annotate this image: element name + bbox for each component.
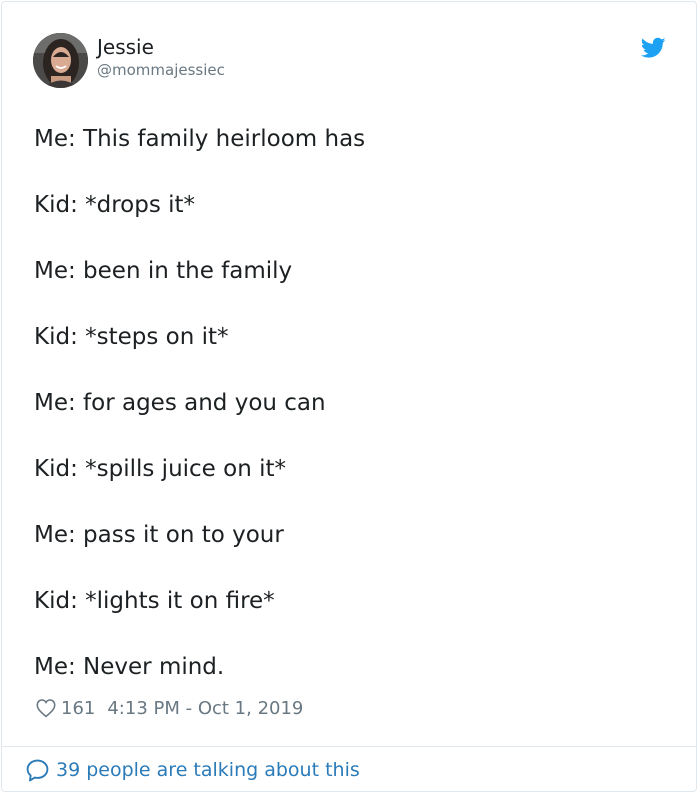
tweet-line: Me: been in the family <box>34 258 293 284</box>
tweet-header: Jessie @mommajessiec <box>33 33 668 89</box>
tweet-card: Jessie @mommajessiec Me: This family hei… <box>1 1 697 792</box>
author-handle[interactable]: @mommajessiec <box>97 60 225 80</box>
tweet-line: Me: This family heirloom has <box>34 126 366 152</box>
heart-icon[interactable] <box>35 697 57 719</box>
tweet-line: Kid: *drops it* <box>34 192 196 218</box>
like-count[interactable]: 161 <box>61 698 95 719</box>
author-name[interactable]: Jessie <box>97 35 154 59</box>
tweet-timestamp[interactable]: 4:13 PM - Oct 1, 2019 <box>107 698 303 719</box>
tweet-text: Me: This family heirloom has Kid: *drops… <box>34 124 674 718</box>
tweet-meta: 161 4:13 PM - Oct 1, 2019 <box>35 695 303 721</box>
conversation-link[interactable]: 39 people are talking about this <box>56 759 360 781</box>
tweet-line: Me: for ages and you can <box>34 390 326 416</box>
tweet-footer[interactable]: 39 people are talking about this <box>2 746 696 793</box>
tweet-line: Kid: *spills juice on it* <box>34 456 287 482</box>
tweet-line: Me: pass it on to your <box>34 522 284 548</box>
tweet-line: Kid: *steps on it* <box>34 324 229 350</box>
avatar[interactable] <box>33 33 88 88</box>
twitter-bird-icon[interactable] <box>641 37 666 59</box>
speech-bubble-icon <box>26 759 49 781</box>
tweet-line: Kid: *lights it on fire* <box>34 588 275 614</box>
